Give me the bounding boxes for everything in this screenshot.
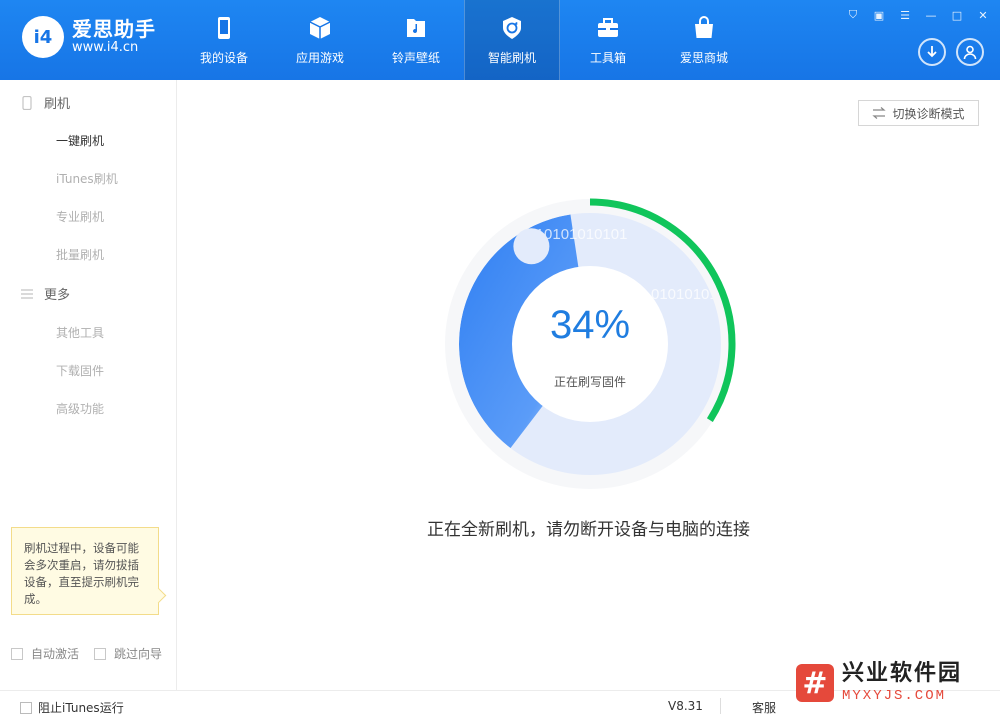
- note-icon[interactable]: ▣: [872, 8, 886, 22]
- swap-arrows-icon: [872, 107, 887, 119]
- app-url: www.i4.cn: [72, 40, 139, 56]
- tab-ringtones-wallpapers[interactable]: 铃声壁纸: [368, 0, 464, 80]
- flash-progress-ring: 1010101010101 01010101 34% 正在刷写固件: [443, 197, 737, 491]
- cube-icon: [309, 16, 331, 39]
- block-itunes-checkbox[interactable]: 阻止iTunes运行: [20, 699, 124, 716]
- customer-service-link[interactable]: 客服: [752, 699, 776, 716]
- app-logo: i4 爱思助手 www.i4.cn: [22, 16, 156, 58]
- refresh-shield-icon: [503, 16, 521, 39]
- sidebar-item-itunes-flash[interactable]: iTunes刷机: [56, 170, 118, 187]
- sidebar-item-pro-flash[interactable]: 专业刷机: [56, 208, 104, 225]
- minimize-icon[interactable]: —: [924, 8, 938, 22]
- sidebar: 刷机 一键刷机 iTunes刷机 专业刷机 批量刷机 更多 其他工具 下载固件 …: [0, 80, 177, 690]
- watermark-cn: 兴业软件园: [842, 661, 963, 686]
- tab-label: 我的设备: [199, 50, 248, 65]
- tab-label: 应用游戏: [295, 50, 344, 65]
- version-label: V8.31: [668, 699, 703, 713]
- tab-label: 工具箱: [589, 50, 626, 65]
- close-icon[interactable]: ✕: [976, 8, 990, 22]
- menu-icon[interactable]: ☰: [898, 8, 912, 22]
- sidebar-item-download-firmware[interactable]: 下载固件: [56, 362, 104, 379]
- sidebar-item-other-tools[interactable]: 其他工具: [56, 324, 104, 341]
- sidebar-item-advanced[interactable]: 高级功能: [56, 400, 104, 417]
- skip-guide-checkbox[interactable]: 跳过向导: [94, 645, 162, 662]
- tab-label: 爱思商城: [679, 50, 728, 65]
- switch-diagnostic-mode-button[interactable]: 切换诊断模式: [858, 100, 979, 126]
- sidebar-section-more[interactable]: 更多: [20, 284, 70, 303]
- flash-tip: 刷机过程中，设备可能会多次重启，请勿拔插设备，直至提示刷机完成。: [11, 527, 159, 615]
- watermark-en: MYXYJS.COM: [842, 688, 947, 704]
- tab-label: 铃声壁纸: [391, 50, 440, 65]
- sidebar-section-flash[interactable]: 刷机: [20, 93, 70, 112]
- logo-badge: i4: [22, 16, 64, 58]
- music-file-icon: [407, 18, 425, 37]
- progress-head-dot: [513, 228, 550, 265]
- auto-activate-checkbox[interactable]: 自动激活: [11, 645, 79, 662]
- user-icon[interactable]: [956, 38, 984, 66]
- download-icon[interactable]: [918, 38, 946, 66]
- tab-my-device[interactable]: 我的设备: [176, 0, 272, 80]
- sidebar-item-batch-flash[interactable]: 批量刷机: [56, 246, 104, 263]
- shirt-icon[interactable]: ⛉: [846, 8, 860, 22]
- phone-icon: [218, 16, 230, 39]
- shopping-bag-icon: [695, 15, 713, 38]
- progress-status: 正在刷写固件: [553, 375, 626, 389]
- toolbox-icon: [598, 17, 618, 37]
- maximize-icon[interactable]: □: [950, 8, 964, 22]
- sidebar-item-one-click-flash[interactable]: 一键刷机: [56, 132, 104, 149]
- tab-toolbox[interactable]: 工具箱: [560, 0, 656, 80]
- phone-outline-icon: [22, 95, 32, 110]
- window-controls: ⛉ ▣ ☰ — □ ✕: [846, 8, 990, 22]
- binary-text: 01010101: [651, 286, 718, 303]
- app-brand-name: 爱思助手: [72, 17, 156, 42]
- list-icon: [21, 288, 33, 299]
- site-watermark: # 兴业软件园 MYXYJS.COM: [796, 660, 992, 706]
- main-nav: 我的设备 应用游戏 铃声壁纸 智能刷机 工具箱 爱思商城: [176, 0, 752, 80]
- watermark-badge: #: [796, 664, 834, 702]
- flash-warning-message: 正在全新刷机，请勿断开设备与电脑的连接: [427, 520, 750, 540]
- progress-percent: 34%: [549, 303, 631, 347]
- tab-smart-flash[interactable]: 智能刷机: [464, 0, 560, 80]
- top-bar: i4 爱思助手 www.i4.cn 我的设备 应用游戏 铃声壁纸 智能刷机 工具…: [0, 0, 1000, 80]
- footer-divider: [720, 698, 721, 714]
- tab-apps-games[interactable]: 应用游戏: [272, 0, 368, 80]
- tab-store[interactable]: 爱思商城: [656, 0, 752, 80]
- tab-label: 智能刷机: [487, 50, 536, 65]
